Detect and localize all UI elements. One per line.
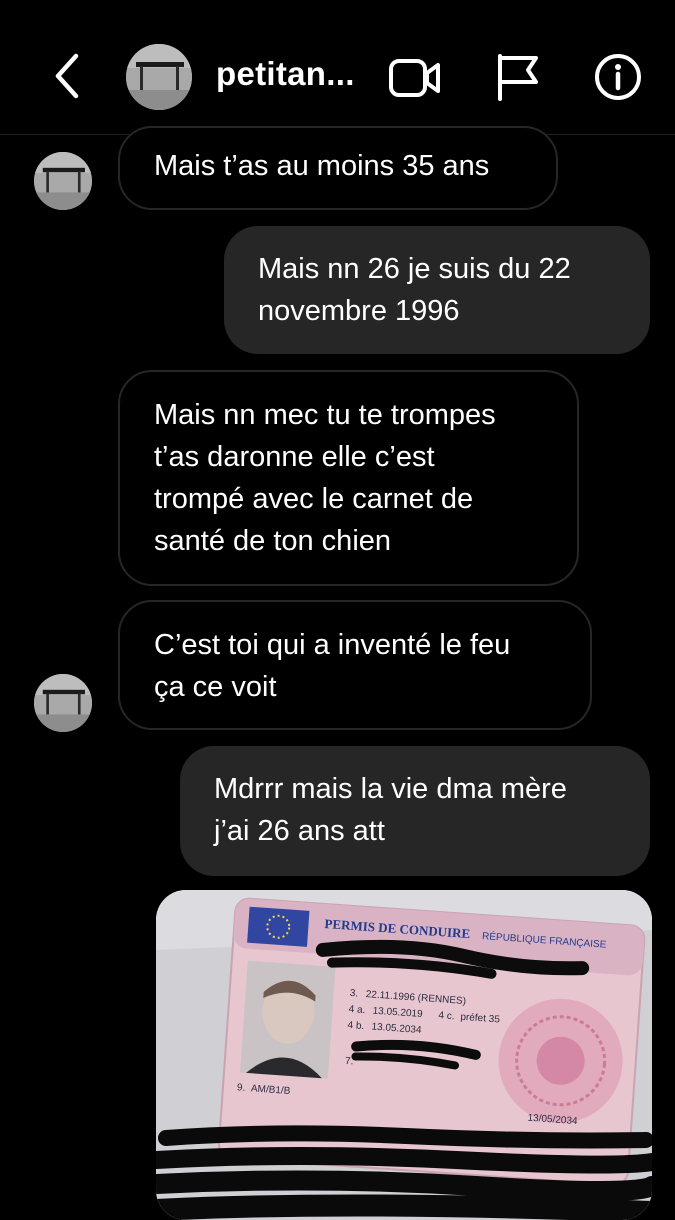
message-line: t’as daronne elle c’est — [154, 441, 435, 473]
avatar-image — [126, 44, 192, 110]
video-call-button[interactable] — [388, 56, 444, 100]
message-bubble-incoming[interactable]: C’est toi qui a inventé le feu ça ce voi… — [118, 600, 592, 730]
message-line: j’ai 26 ans att — [214, 815, 385, 847]
message-line: ça ce voit — [154, 671, 277, 703]
driving-license-photo: PERMIS DE CONDUIRE RÉPUBLIQUE FRANÇAISE … — [156, 890, 652, 1220]
message-line: Mdrrr mais la vie dma mère — [214, 773, 567, 805]
field-number: 4 c. — [438, 1010, 455, 1022]
message-bubble-incoming[interactable]: Mais nn mec tu te trompes t’as daronne e… — [118, 370, 579, 586]
photo-message[interactable]: PERMIS DE CONDUIRE RÉPUBLIQUE FRANÇAISE … — [156, 890, 652, 1220]
field-number: 9. — [237, 1082, 246, 1094]
avatar-image — [34, 152, 92, 210]
back-button[interactable] — [48, 50, 88, 102]
contact-name[interactable]: petitan... — [216, 55, 355, 93]
sender-avatar[interactable] — [34, 674, 92, 732]
video-camera-icon — [389, 59, 440, 97]
message-line: C’est toi qui a inventé le feu — [154, 629, 511, 661]
flag-icon — [498, 54, 538, 101]
message-bubble-outgoing[interactable]: Mdrrr mais la vie dma mère j’ai 26 ans a… — [180, 746, 650, 876]
message-line: santé de ton chien — [154, 525, 392, 557]
message-bubble-incoming[interactable]: Mais t’as au moins 35 ans — [118, 126, 558, 210]
avatar-image — [34, 674, 92, 732]
contact-avatar[interactable] — [126, 44, 192, 110]
sender-avatar[interactable] — [34, 152, 92, 210]
message-text: Mais t’as au moins 35 ans — [154, 150, 490, 182]
message-line: Mais nn 26 je suis du 22 — [258, 253, 571, 285]
message-line: Mais nn mec tu te trompes — [154, 399, 496, 431]
info-button[interactable] — [593, 52, 643, 102]
message-line: trompé avec le carnet de — [154, 483, 474, 515]
report-button[interactable] — [494, 52, 542, 102]
field-number: 4 a. — [348, 1004, 365, 1016]
message-bubble-outgoing[interactable]: Mais nn 26 je suis du 22 novembre 1996 — [224, 226, 650, 354]
message-line: novembre 1996 — [258, 295, 460, 327]
chevron-left-icon — [55, 53, 79, 99]
info-icon — [595, 54, 641, 100]
field-number: 4 b. — [347, 1020, 364, 1032]
field-number: 3. — [349, 988, 358, 1000]
chat-header: petitan... — [0, 0, 675, 135]
